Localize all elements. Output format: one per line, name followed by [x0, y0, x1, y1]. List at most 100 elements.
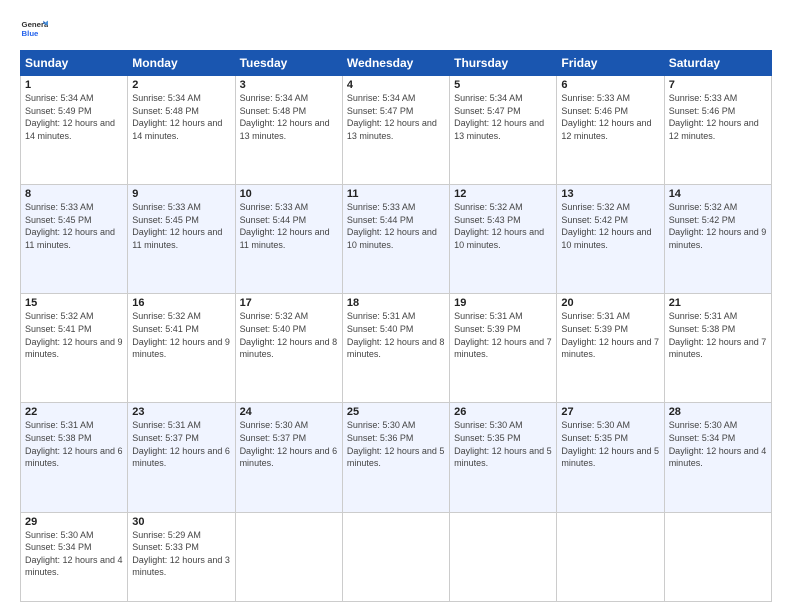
calendar-week-row: 8 Sunrise: 5:33 AM Sunset: 5:45 PM Dayli…: [21, 185, 772, 294]
day-info: Sunrise: 5:33 AM Sunset: 5:44 PM Dayligh…: [240, 201, 338, 251]
day-info: Sunrise: 5:30 AM Sunset: 5:35 PM Dayligh…: [454, 419, 552, 469]
sunrise-text: Sunrise: 5:32 AM: [25, 311, 94, 321]
daylight-text: Daylight: 12 hours and 9 minutes.: [669, 227, 767, 250]
day-number: 12: [454, 188, 552, 200]
table-row: 28 Sunrise: 5:30 AM Sunset: 5:34 PM Dayl…: [664, 403, 771, 512]
table-row: [235, 512, 342, 601]
day-number: 8: [25, 188, 123, 200]
day-info: Sunrise: 5:29 AM Sunset: 5:33 PM Dayligh…: [132, 529, 230, 579]
daylight-text: Daylight: 12 hours and 5 minutes.: [347, 446, 445, 469]
sunrise-text: Sunrise: 5:31 AM: [25, 420, 94, 430]
table-row: 15 Sunrise: 5:32 AM Sunset: 5:41 PM Dayl…: [21, 294, 128, 403]
table-row: [664, 512, 771, 601]
calendar-week-row: 15 Sunrise: 5:32 AM Sunset: 5:41 PM Dayl…: [21, 294, 772, 403]
svg-text:General: General: [22, 20, 48, 29]
day-info: Sunrise: 5:30 AM Sunset: 5:34 PM Dayligh…: [669, 419, 767, 469]
day-info: Sunrise: 5:31 AM Sunset: 5:38 PM Dayligh…: [25, 419, 123, 469]
table-row: 17 Sunrise: 5:32 AM Sunset: 5:40 PM Dayl…: [235, 294, 342, 403]
sunrise-text: Sunrise: 5:31 AM: [347, 311, 416, 321]
sunrise-text: Sunrise: 5:32 AM: [454, 202, 523, 212]
sunset-text: Sunset: 5:37 PM: [240, 433, 307, 443]
header: General Blue: [20, 16, 772, 44]
sunset-text: Sunset: 5:46 PM: [561, 106, 628, 116]
table-row: [557, 512, 664, 601]
sunset-text: Sunset: 5:35 PM: [454, 433, 521, 443]
sunset-text: Sunset: 5:48 PM: [240, 106, 307, 116]
table-row: 25 Sunrise: 5:30 AM Sunset: 5:36 PM Dayl…: [342, 403, 449, 512]
svg-text:Blue: Blue: [22, 29, 40, 38]
day-number: 27: [561, 406, 659, 418]
daylight-text: Daylight: 12 hours and 13 minutes.: [240, 118, 330, 141]
sunrise-text: Sunrise: 5:34 AM: [454, 93, 523, 103]
sunset-text: Sunset: 5:44 PM: [240, 215, 307, 225]
sunset-text: Sunset: 5:36 PM: [347, 433, 414, 443]
table-row: 20 Sunrise: 5:31 AM Sunset: 5:39 PM Dayl…: [557, 294, 664, 403]
daylight-text: Daylight: 12 hours and 11 minutes.: [25, 227, 115, 250]
calendar-table: Sunday Monday Tuesday Wednesday Thursday…: [20, 50, 772, 602]
sunrise-text: Sunrise: 5:29 AM: [132, 530, 201, 540]
sunrise-text: Sunrise: 5:33 AM: [561, 93, 630, 103]
day-info: Sunrise: 5:31 AM Sunset: 5:39 PM Dayligh…: [561, 310, 659, 360]
day-number: 25: [347, 406, 445, 418]
daylight-text: Daylight: 12 hours and 7 minutes.: [561, 337, 659, 360]
day-number: 9: [132, 188, 230, 200]
day-info: Sunrise: 5:33 AM Sunset: 5:44 PM Dayligh…: [347, 201, 445, 251]
day-number: 28: [669, 406, 767, 418]
col-monday: Monday: [128, 51, 235, 76]
sunset-text: Sunset: 5:47 PM: [454, 106, 521, 116]
day-info: Sunrise: 5:33 AM Sunset: 5:46 PM Dayligh…: [561, 92, 659, 142]
general-blue-icon: General Blue: [20, 16, 48, 44]
day-info: Sunrise: 5:33 AM Sunset: 5:45 PM Dayligh…: [25, 201, 123, 251]
day-number: 2: [132, 79, 230, 91]
col-wednesday: Wednesday: [342, 51, 449, 76]
sunrise-text: Sunrise: 5:30 AM: [669, 420, 738, 430]
sunset-text: Sunset: 5:39 PM: [454, 324, 521, 334]
col-friday: Friday: [557, 51, 664, 76]
sunrise-text: Sunrise: 5:33 AM: [240, 202, 309, 212]
day-info: Sunrise: 5:32 AM Sunset: 5:43 PM Dayligh…: [454, 201, 552, 251]
day-number: 17: [240, 297, 338, 309]
daylight-text: Daylight: 12 hours and 14 minutes.: [132, 118, 222, 141]
sunrise-text: Sunrise: 5:32 AM: [669, 202, 738, 212]
sunrise-text: Sunrise: 5:30 AM: [347, 420, 416, 430]
daylight-text: Daylight: 12 hours and 10 minutes.: [561, 227, 651, 250]
daylight-text: Daylight: 12 hours and 3 minutes.: [132, 555, 230, 578]
day-info: Sunrise: 5:32 AM Sunset: 5:41 PM Dayligh…: [25, 310, 123, 360]
day-number: 5: [454, 79, 552, 91]
calendar-week-row: 22 Sunrise: 5:31 AM Sunset: 5:38 PM Dayl…: [21, 403, 772, 512]
day-info: Sunrise: 5:32 AM Sunset: 5:41 PM Dayligh…: [132, 310, 230, 360]
sunset-text: Sunset: 5:48 PM: [132, 106, 199, 116]
day-info: Sunrise: 5:34 AM Sunset: 5:49 PM Dayligh…: [25, 92, 123, 142]
day-info: Sunrise: 5:31 AM Sunset: 5:37 PM Dayligh…: [132, 419, 230, 469]
daylight-text: Daylight: 12 hours and 7 minutes.: [454, 337, 552, 360]
day-info: Sunrise: 5:30 AM Sunset: 5:35 PM Dayligh…: [561, 419, 659, 469]
sunrise-text: Sunrise: 5:31 AM: [454, 311, 523, 321]
sunset-text: Sunset: 5:46 PM: [669, 106, 736, 116]
day-number: 24: [240, 406, 338, 418]
table-row: 8 Sunrise: 5:33 AM Sunset: 5:45 PM Dayli…: [21, 185, 128, 294]
table-row: 12 Sunrise: 5:32 AM Sunset: 5:43 PM Dayl…: [450, 185, 557, 294]
daylight-text: Daylight: 12 hours and 4 minutes.: [25, 555, 123, 578]
day-number: 7: [669, 79, 767, 91]
sunset-text: Sunset: 5:39 PM: [561, 324, 628, 334]
table-row: 1 Sunrise: 5:34 AM Sunset: 5:49 PM Dayli…: [21, 76, 128, 185]
table-row: 24 Sunrise: 5:30 AM Sunset: 5:37 PM Dayl…: [235, 403, 342, 512]
daylight-text: Daylight: 12 hours and 6 minutes.: [25, 446, 123, 469]
daylight-text: Daylight: 12 hours and 9 minutes.: [25, 337, 123, 360]
daylight-text: Daylight: 12 hours and 8 minutes.: [347, 337, 445, 360]
day-number: 26: [454, 406, 552, 418]
daylight-text: Daylight: 12 hours and 10 minutes.: [347, 227, 437, 250]
logo: General Blue: [20, 16, 52, 44]
sunset-text: Sunset: 5:49 PM: [25, 106, 92, 116]
day-info: Sunrise: 5:30 AM Sunset: 5:36 PM Dayligh…: [347, 419, 445, 469]
day-number: 6: [561, 79, 659, 91]
day-info: Sunrise: 5:31 AM Sunset: 5:38 PM Dayligh…: [669, 310, 767, 360]
daylight-text: Daylight: 12 hours and 9 minutes.: [132, 337, 230, 360]
sunset-text: Sunset: 5:47 PM: [347, 106, 414, 116]
table-row: 23 Sunrise: 5:31 AM Sunset: 5:37 PM Dayl…: [128, 403, 235, 512]
sunrise-text: Sunrise: 5:33 AM: [669, 93, 738, 103]
day-info: Sunrise: 5:34 AM Sunset: 5:48 PM Dayligh…: [240, 92, 338, 142]
table-row: 10 Sunrise: 5:33 AM Sunset: 5:44 PM Dayl…: [235, 185, 342, 294]
sunset-text: Sunset: 5:41 PM: [132, 324, 199, 334]
table-row: 29 Sunrise: 5:30 AM Sunset: 5:34 PM Dayl…: [21, 512, 128, 601]
